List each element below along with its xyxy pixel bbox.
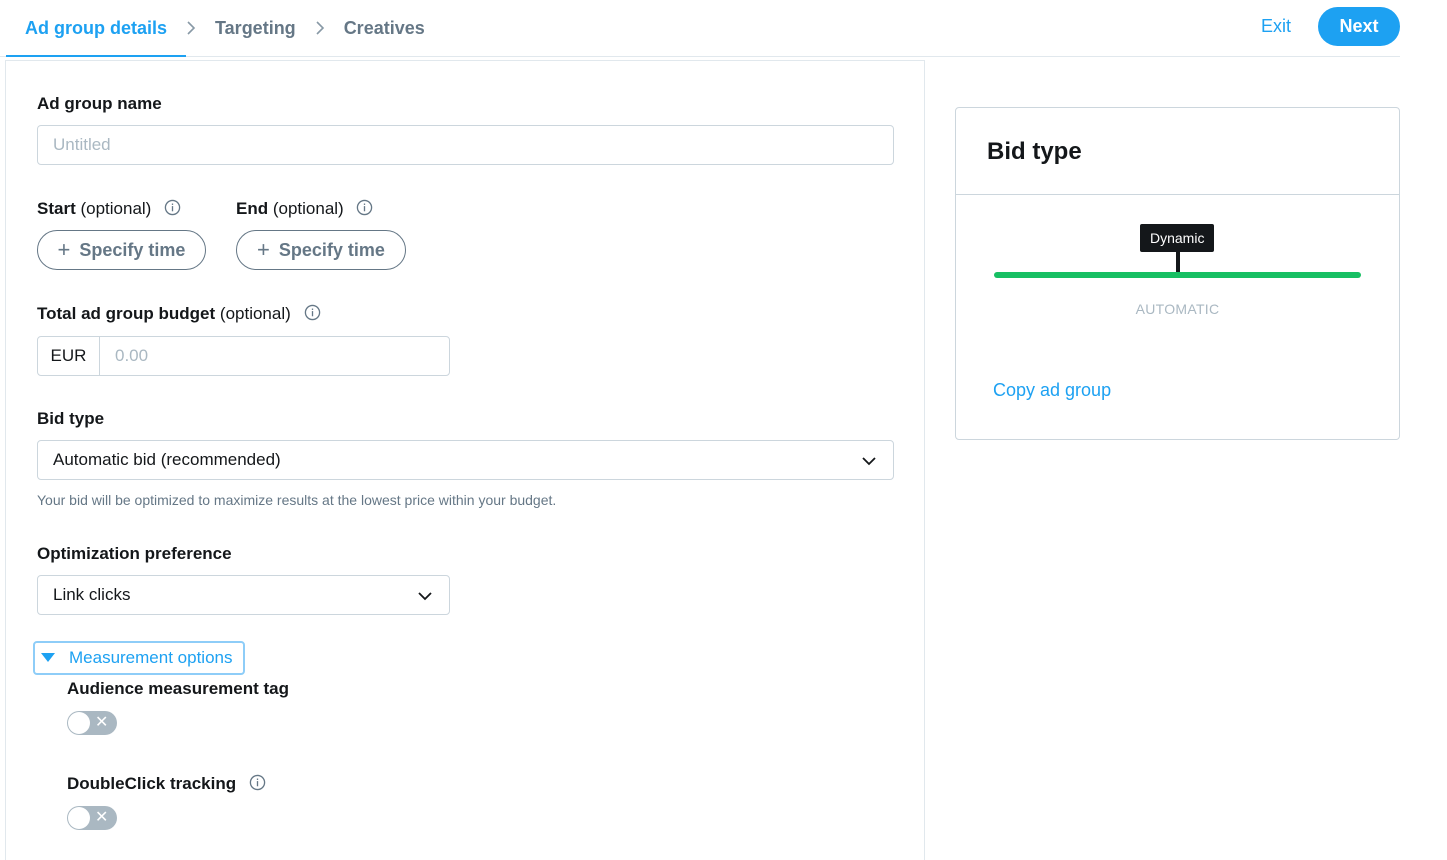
breadcrumb: Ad group details Targeting Creatives [6, 0, 444, 57]
switch-knob [68, 712, 90, 734]
bid-range-caption: AUTOMATIC [1135, 301, 1220, 317]
next-button[interactable]: Next [1318, 7, 1400, 46]
top-bar: Ad group details Targeting Creatives Exi… [0, 0, 1400, 57]
info-icon[interactable] [164, 199, 181, 216]
end-label-text: End [236, 199, 269, 218]
optimization-selected-value: Link clicks [53, 585, 131, 604]
chevron-down-icon [862, 457, 876, 466]
bid-range-bar [994, 272, 1361, 278]
budget-optional-text: (optional) [219, 304, 291, 323]
copy-ad-group-link[interactable]: Copy ad group [993, 380, 1111, 401]
ad-group-name-label: Ad group name [37, 94, 162, 113]
audience-tag-label: Audience measurement tag [67, 679, 290, 698]
info-icon[interactable] [304, 304, 321, 321]
exit-link[interactable]: Exit [1261, 16, 1291, 37]
chevron-right-icon [186, 0, 196, 56]
end-optional-text: (optional) [272, 199, 344, 218]
chevron-down-icon [418, 592, 432, 601]
currency-prefix: EUR [38, 337, 100, 375]
tab-creatives[interactable]: Creatives [325, 0, 444, 56]
tab-targeting[interactable]: Targeting [196, 0, 315, 56]
start-label: Start (optional) [37, 199, 181, 219]
chevron-right-icon [315, 0, 325, 56]
measurement-options-label: Measurement options [69, 648, 233, 667]
budget-input[interactable]: 0.00 [100, 337, 449, 375]
doubleclick-switch[interactable]: ✕ [67, 806, 117, 830]
info-icon[interactable] [356, 199, 373, 216]
bid-type-select[interactable]: Automatic bid (recommended) [37, 440, 894, 480]
start-optional-text: (optional) [80, 199, 152, 218]
measurement-options-toggle[interactable]: Measurement options [33, 641, 245, 675]
caret-down-icon [41, 653, 55, 662]
end-specify-time-button[interactable]: + Specify time [236, 230, 406, 270]
start-specify-time-button[interactable]: + Specify time [37, 230, 206, 270]
end-label: End (optional) [236, 199, 373, 219]
bid-type-label: Bid type [37, 409, 105, 428]
start-label-text: Start [37, 199, 76, 218]
optimization-label: Optimization preference [37, 544, 232, 563]
end-specify-time-label: Specify time [278, 239, 385, 260]
ad-group-name-input[interactable]: Untitled [37, 125, 894, 165]
optimization-select[interactable]: Link clicks [37, 575, 450, 615]
budget-label-text: Total ad group budget [37, 304, 216, 323]
card-divider [956, 194, 1399, 195]
budget-input-group: EUR 0.00 [37, 336, 450, 376]
doubleclick-label-text: DoubleClick tracking [67, 774, 237, 793]
tooltip-stem [1176, 251, 1180, 273]
plus-icon: + [57, 237, 71, 262]
start-specify-time-label: Specify time [79, 239, 186, 260]
bid-type-selected-value: Automatic bid (recommended) [53, 450, 281, 469]
info-icon[interactable] [249, 774, 266, 791]
card-title: Bid type [987, 138, 1082, 165]
doubleclick-label: DoubleClick tracking [67, 774, 266, 794]
tab-ad-group-details[interactable]: Ad group details [6, 1, 187, 57]
budget-label: Total ad group budget (optional) [37, 304, 321, 324]
bid-tooltip: Dynamic [1140, 224, 1215, 252]
close-icon: ✕ [95, 714, 109, 731]
switch-knob [68, 807, 90, 829]
bid-type-helper-text: Your bid will be optimized to maximize r… [37, 492, 557, 508]
bid-type-summary-card: Bid type Dynamic AUTOMATIC Copy ad group [955, 107, 1400, 440]
audience-tag-switch[interactable]: ✕ [67, 711, 117, 735]
plus-icon: + [257, 237, 270, 262]
close-icon: ✕ [95, 809, 109, 826]
